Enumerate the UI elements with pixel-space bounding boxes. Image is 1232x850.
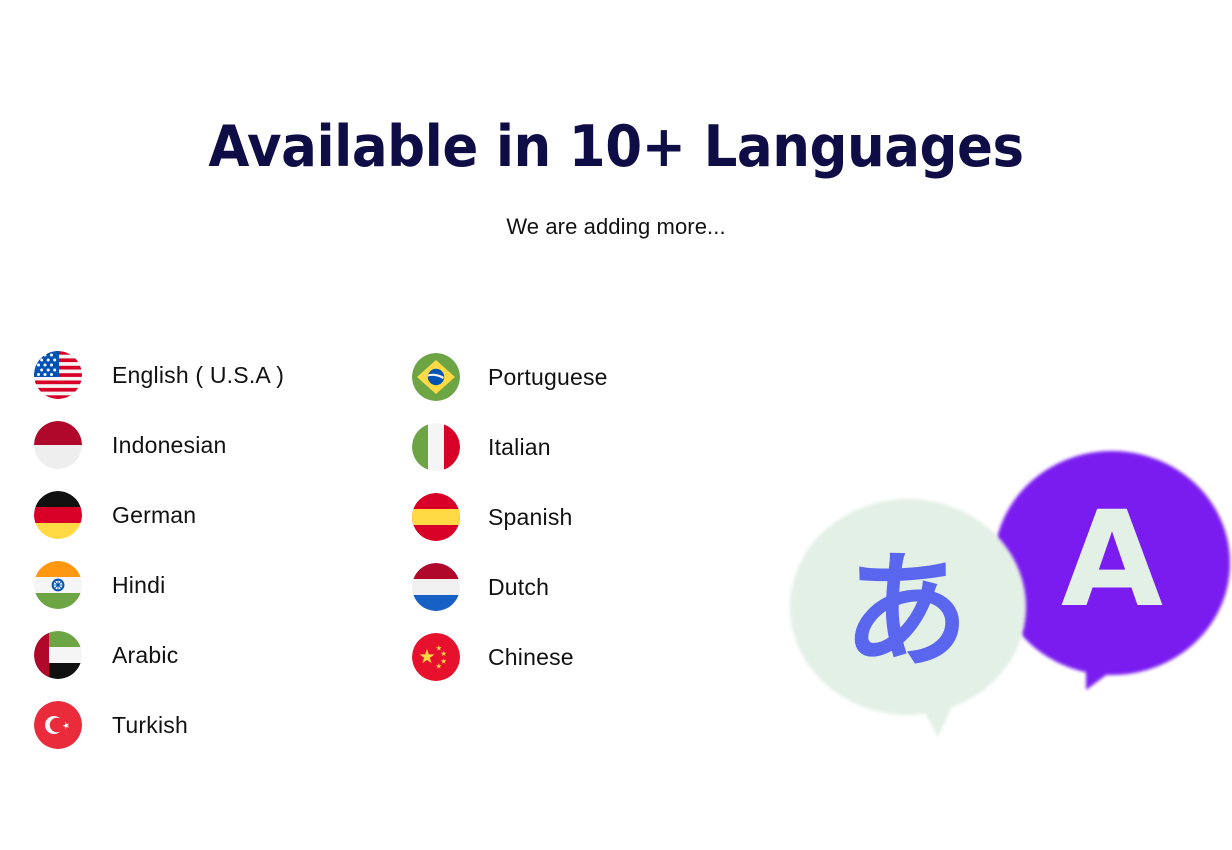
flag-usa-icon <box>34 351 82 399</box>
flag-netherlands-icon <box>412 563 460 611</box>
flag-germany-icon <box>34 491 82 539</box>
language-label: Turkish <box>112 711 188 738</box>
language-label: Chinese <box>488 643 574 670</box>
flag-indonesia-icon <box>34 421 82 469</box>
language-item-spanish[interactable]: Spanish <box>412 482 608 552</box>
language-item-portuguese[interactable]: Portuguese <box>412 342 608 412</box>
flag-italy-icon <box>412 423 460 471</box>
flag-india-icon <box>34 561 82 609</box>
language-item-english[interactable]: English ( U.S.A ) <box>34 340 284 410</box>
language-item-turkish[interactable]: Turkish <box>34 690 284 760</box>
language-label: Hindi <box>112 571 166 598</box>
language-label: Spanish <box>488 503 573 530</box>
page-subtitle: We are adding more... <box>506 214 726 239</box>
page-root: Available in 10+ Languages We are adding… <box>0 0 1232 850</box>
language-label: English ( U.S.A ) <box>112 361 285 388</box>
page-title: Available in 10+ Languages <box>208 114 1024 180</box>
language-label: German <box>112 501 197 528</box>
translation-speech-bubbles-illustration: A あ <box>786 415 1232 755</box>
language-item-arabic[interactable]: Arabic <box>34 620 284 690</box>
flag-china-icon <box>412 633 460 681</box>
header-block: Available in 10+ Languages We are adding… <box>0 114 1232 239</box>
bubble-glyph-latin-a: A <box>1061 483 1163 637</box>
language-label: Indonesian <box>112 431 227 458</box>
language-label: Portuguese <box>488 363 608 390</box>
language-label: Arabic <box>112 641 179 668</box>
language-column-left: English ( U.S.A ) Indonesian German Hind… <box>34 340 284 760</box>
flag-spain-icon <box>412 493 460 541</box>
bubble-glyph-hiragana-a: あ <box>843 538 969 685</box>
language-item-german[interactable]: German <box>34 480 284 550</box>
language-column-right: Portuguese Italian Spanish Dutch Chinese <box>412 342 608 692</box>
flag-brazil-icon <box>412 353 460 401</box>
language-item-dutch[interactable]: Dutch <box>412 552 608 622</box>
language-item-italian[interactable]: Italian <box>412 412 608 482</box>
language-item-chinese[interactable]: Chinese <box>412 622 608 692</box>
language-label: Italian <box>488 433 551 460</box>
flag-turkey-icon <box>34 701 82 749</box>
language-item-indonesian[interactable]: Indonesian <box>34 410 284 480</box>
language-item-hindi[interactable]: Hindi <box>34 550 284 620</box>
flag-uae-icon <box>34 631 82 679</box>
language-label: Dutch <box>488 573 550 600</box>
